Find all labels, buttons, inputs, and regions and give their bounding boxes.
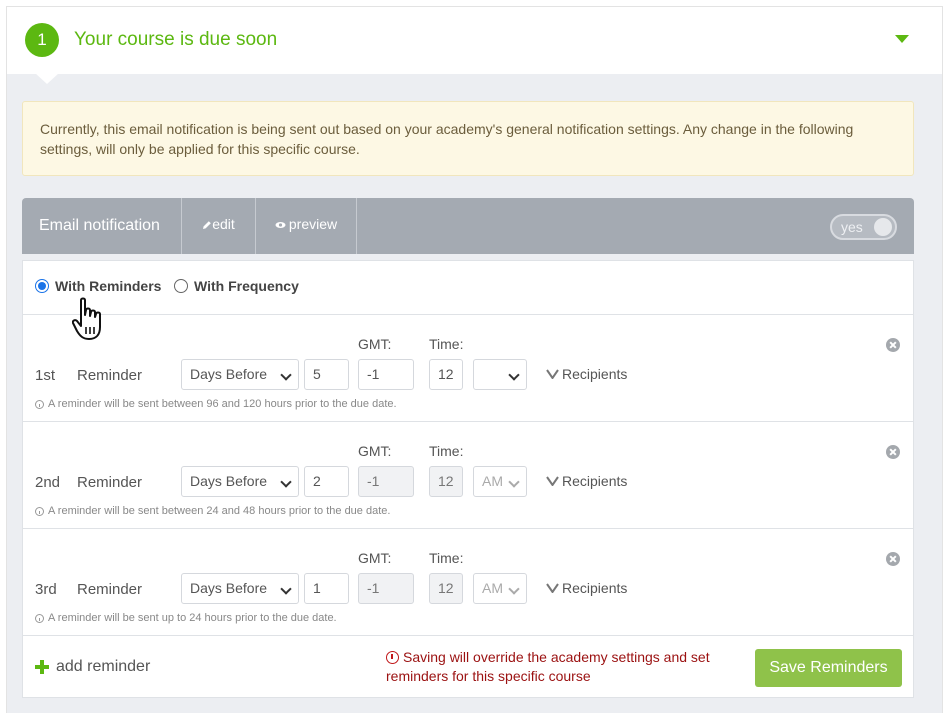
reminder-type-radios: With Reminders With Frequency [23, 261, 913, 340]
recipients-label: Recipients [562, 473, 628, 489]
reminder-mode-select[interactable]: Days Before [181, 466, 299, 497]
reminder-hint-text: A reminder will be sent between 96 and 1… [48, 398, 397, 410]
gmt-input[interactable]: -1 [358, 573, 414, 604]
recipients-toggle[interactable]: Recipients [546, 366, 627, 382]
reminder-row: GMT: Time: 2nd Reminder Days Before 2 -1… [23, 422, 913, 529]
time-label: Time: [429, 336, 464, 352]
reminders-panel: With Reminders With Frequency GMT: Time:… [22, 260, 914, 698]
reminder-hint: A reminder will be sent between 24 and 4… [35, 505, 390, 517]
recipients-toggle[interactable]: Recipients [546, 580, 627, 596]
info-icon [35, 506, 44, 516]
reminder-label: Reminder [77, 581, 143, 598]
toggle-knob [874, 218, 892, 236]
chevron-down-icon [546, 369, 559, 379]
preview-button[interactable]: preview [256, 198, 357, 254]
step-number-badge: 1 [25, 23, 59, 57]
edit-button[interactable]: edit [182, 198, 256, 254]
reminder-label: Reminder [77, 474, 143, 491]
reminder-ordinal: 2nd [35, 474, 61, 491]
ampm-select[interactable]: AM [473, 573, 527, 604]
reminder-label: Reminder [77, 367, 143, 384]
radio-with-reminders-label: With Reminders [55, 278, 162, 294]
reminder-amount-input[interactable]: 1 [304, 573, 349, 604]
section-header[interactable]: 1 Your course is due soon [7, 7, 942, 74]
hour-input[interactable]: 12 [429, 573, 463, 604]
override-warning: Saving will override the academy setting… [386, 648, 736, 686]
radio-with-frequency-label: With Frequency [194, 278, 299, 294]
reminder-hint: A reminder will be sent between 96 and 1… [35, 398, 397, 410]
pencil-icon [203, 221, 212, 229]
add-reminder-label: add reminder [56, 658, 151, 675]
ampm-select[interactable] [473, 359, 527, 390]
recipients-toggle[interactable]: Recipients [546, 473, 627, 489]
section-title: Your course is due soon [74, 29, 278, 50]
recipients-label: Recipients [562, 580, 628, 596]
reminder-hint-text: A reminder will be sent between 24 and 4… [48, 505, 391, 517]
reminder-ordinal: 1st [35, 367, 56, 384]
reminder-amount-input[interactable]: 5 [304, 359, 349, 390]
hour-input[interactable]: 12 [429, 466, 463, 497]
radio-with-reminders[interactable]: With Reminders [35, 278, 161, 294]
radio-with-reminders-circle[interactable] [35, 279, 49, 293]
gmt-input[interactable]: -1 [358, 466, 414, 497]
gmt-label: GMT: [358, 336, 392, 352]
reminder-ordinal: 3rd [35, 581, 57, 598]
reminder-hint: A reminder will be sent up to 24 hours p… [35, 612, 337, 624]
chevron-down-icon [546, 476, 559, 486]
reminder-mode-select[interactable]: Days Before [181, 573, 299, 604]
add-reminder-button[interactable]: add reminder [35, 658, 150, 676]
gmt-label: GMT: [358, 550, 392, 566]
email-notification-bar: Email notification edit preview yes [22, 198, 914, 254]
gmt-input[interactable]: -1 [358, 359, 414, 390]
header-notch [35, 73, 59, 84]
time-label: Time: [429, 443, 464, 459]
plus-icon [35, 660, 49, 674]
info-icon [35, 613, 44, 623]
email-notification-title: Email notification [22, 198, 182, 254]
save-reminders-button[interactable]: Save Reminders [755, 649, 902, 687]
ampm-select[interactable]: AM [473, 466, 527, 497]
eye-icon [275, 222, 286, 228]
remove-reminder-icon[interactable] [886, 552, 900, 566]
warning-icon [386, 651, 399, 664]
reminders-footer: add reminder Saving will override the ac… [23, 636, 913, 698]
reminder-hint-text: A reminder will be sent up to 24 hours p… [48, 612, 337, 624]
notification-toggle[interactable]: yes [830, 214, 897, 240]
toggle-label: yes [841, 219, 863, 235]
preview-label: preview [288, 216, 338, 232]
radio-with-frequency-circle[interactable] [174, 279, 188, 293]
radio-with-frequency[interactable]: With Frequency [174, 278, 299, 294]
reminder-row: GMT: Time: 1st Reminder Days Before 5 -1… [23, 315, 913, 422]
settings-notice: Currently, this email notification is be… [22, 101, 914, 176]
collapse-caret-icon[interactable] [895, 35, 909, 43]
edit-label: edit [212, 216, 235, 232]
chevron-down-icon [546, 583, 559, 593]
reminder-row: GMT: Time: 3rd Reminder Days Before 1 -1… [23, 529, 913, 636]
hour-input[interactable]: 12 [429, 359, 463, 390]
recipients-label: Recipients [562, 366, 628, 382]
gmt-label: GMT: [358, 443, 392, 459]
time-label: Time: [429, 550, 464, 566]
reminder-mode-select[interactable]: Days Before [181, 359, 299, 390]
override-warning-text: Saving will override the academy setting… [386, 649, 710, 684]
remove-reminder-icon[interactable] [886, 338, 900, 352]
remove-reminder-icon[interactable] [886, 445, 900, 459]
reminder-amount-input[interactable]: 2 [304, 466, 349, 497]
info-icon [35, 399, 44, 409]
